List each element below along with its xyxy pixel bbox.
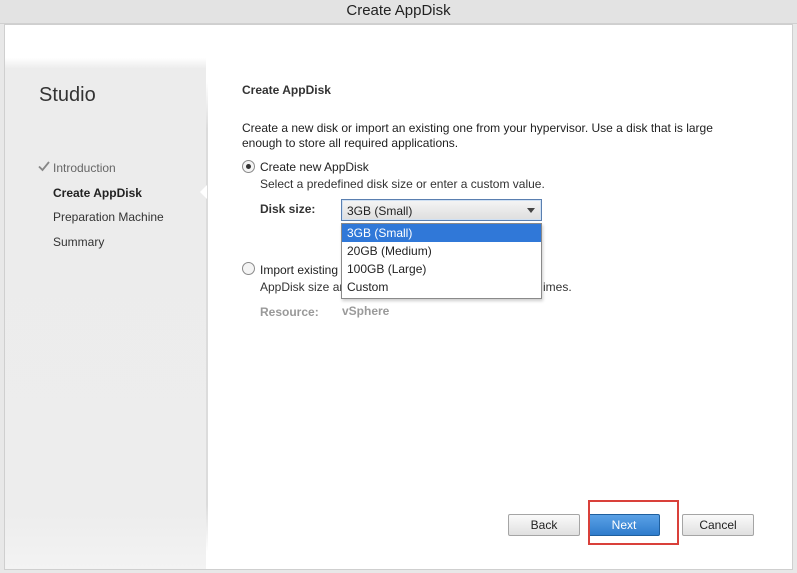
window-title: Create AppDisk bbox=[346, 2, 451, 19]
disk-size-option[interactable]: Custom bbox=[342, 278, 541, 296]
disk-size-option[interactable]: 100GB (Large) bbox=[342, 260, 541, 278]
sidebar-item-introduction[interactable]: Introduction bbox=[53, 161, 116, 175]
wizard-sidebar bbox=[5, 25, 206, 569]
cancel-button[interactable]: Cancel bbox=[682, 514, 754, 536]
disk-size-option[interactable]: 3GB (Small) bbox=[342, 224, 541, 242]
brand-title: Studio bbox=[39, 84, 96, 106]
sidebar-item-preparation-machine[interactable]: Preparation Machine bbox=[53, 210, 164, 224]
next-button-highlight bbox=[588, 500, 679, 545]
sidebar-item-summary[interactable]: Summary bbox=[53, 235, 104, 249]
import-existing-hint: AppDisk size an bbox=[260, 280, 347, 294]
page-title: Create AppDisk bbox=[242, 83, 331, 97]
disk-size-select[interactable]: 3GB (Small) bbox=[341, 199, 542, 221]
create-new-label[interactable]: Create new AppDisk bbox=[260, 160, 369, 174]
disk-size-label: Disk size: bbox=[260, 202, 316, 216]
page-description: Create a new disk or import an existing … bbox=[242, 121, 713, 150]
disk-size-dropdown-list: 3GB (Small) 20GB (Medium) 100GB (Large) … bbox=[341, 223, 542, 299]
disk-size-value: 3GB (Small) bbox=[347, 204, 413, 218]
import-existing-radio[interactable] bbox=[242, 262, 255, 275]
back-button[interactable]: Back bbox=[508, 514, 580, 536]
import-existing-hint-tail: imes. bbox=[543, 280, 572, 294]
checkmark-icon bbox=[38, 161, 50, 172]
sidebar-divider bbox=[206, 82, 208, 552]
create-new-hint: Select a predefined disk size or enter a… bbox=[260, 177, 545, 191]
disk-size-option[interactable]: 20GB (Medium) bbox=[342, 242, 541, 260]
window-titlebar: Create AppDisk bbox=[0, 0, 797, 24]
create-new-radio[interactable] bbox=[242, 160, 255, 173]
resource-value: vSphere bbox=[342, 304, 390, 318]
resource-label: Resource: bbox=[260, 305, 319, 319]
chevron-down-icon bbox=[527, 208, 535, 213]
active-step-pointer-icon bbox=[200, 185, 207, 199]
sidebar-item-create-appdisk[interactable]: Create AppDisk bbox=[53, 186, 142, 200]
import-existing-label[interactable]: Import existing bbox=[260, 263, 338, 277]
